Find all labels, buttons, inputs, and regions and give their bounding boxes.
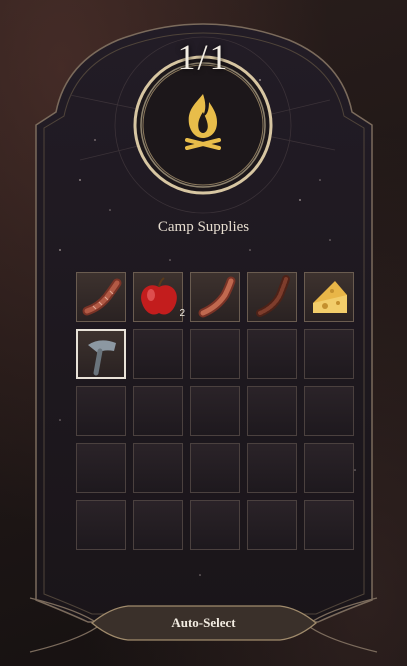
selection-counter: 1/1: [177, 37, 230, 77]
inventory-slot-empty[interactable]: [190, 329, 240, 379]
inventory-slot-empty[interactable]: [247, 500, 297, 550]
inventory-slot[interactable]: [76, 272, 126, 322]
inventory-slot-empty[interactable]: [247, 443, 297, 493]
inventory-slot-empty[interactable]: [304, 386, 354, 436]
auto-select-button[interactable]: Auto-Select: [100, 606, 307, 640]
inventory-slot-empty[interactable]: [133, 500, 183, 550]
inventory-slot-empty[interactable]: [133, 329, 183, 379]
inventory-slot-empty[interactable]: [76, 500, 126, 550]
panel-title: Camp Supplies: [157, 219, 250, 235]
inventory-slot-empty[interactable]: [133, 443, 183, 493]
red-apple-icon: [141, 277, 177, 315]
campfire-icon: [185, 94, 221, 150]
inventory-slot-selected[interactable]: [76, 329, 126, 379]
inventory-slot[interactable]: [247, 272, 297, 322]
inventory-grid: 2: [76, 272, 354, 550]
cheese-wedge-icon: [313, 281, 347, 313]
inventory-slot-empty[interactable]: [247, 386, 297, 436]
inventory-slot[interactable]: [304, 272, 354, 322]
inventory-slot-empty[interactable]: [190, 386, 240, 436]
inventory-slot-empty[interactable]: [247, 329, 297, 379]
inventory-slot-empty[interactable]: [304, 329, 354, 379]
inventory-slot[interactable]: [190, 272, 240, 322]
inventory-slot-empty[interactable]: [190, 500, 240, 550]
inventory-slot-empty[interactable]: [76, 386, 126, 436]
inventory-slot-empty[interactable]: [133, 386, 183, 436]
inventory-slot-empty[interactable]: [76, 443, 126, 493]
grey-hammer-icon: [88, 340, 116, 376]
item-count: 2: [179, 308, 185, 319]
dark-sausage-icon: [256, 275, 290, 317]
sausage-icon: [198, 276, 236, 318]
inventory-slot-empty[interactable]: [304, 443, 354, 493]
sausage-icon: [82, 278, 122, 316]
inventory-slot[interactable]: 2: [133, 272, 185, 322]
inventory-slot-empty[interactable]: [190, 443, 240, 493]
inventory-slot-empty[interactable]: [304, 500, 354, 550]
